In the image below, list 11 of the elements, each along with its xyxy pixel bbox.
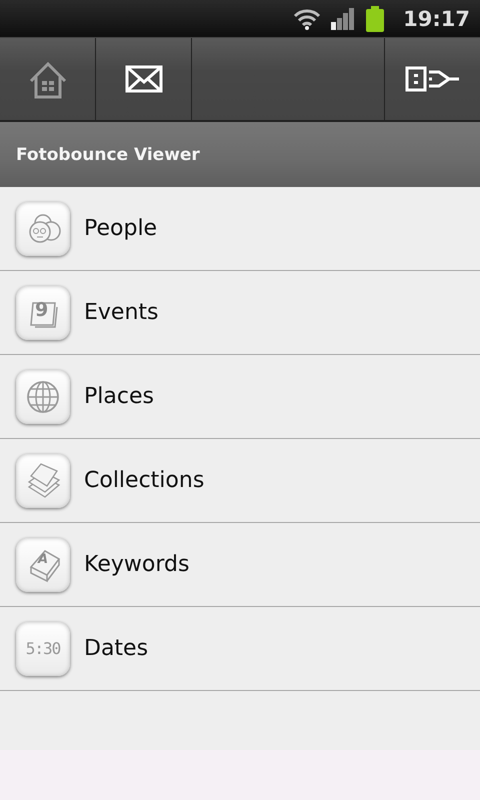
app-title: Fotobounce Viewer: [16, 144, 200, 164]
keyboard-key-icon: A: [16, 538, 70, 592]
menu-label: Keywords: [84, 552, 190, 577]
menu-label: Events: [84, 300, 158, 325]
menu-label: Collections: [84, 468, 204, 493]
menu-label: Places: [84, 384, 154, 409]
calendar-icon: 9: [16, 286, 70, 340]
menu-label: Dates: [84, 636, 148, 661]
menu-label: People: [84, 216, 158, 241]
digital-clock-icon: 5:30: [16, 622, 70, 676]
clock-time: 19:17: [403, 6, 470, 30]
